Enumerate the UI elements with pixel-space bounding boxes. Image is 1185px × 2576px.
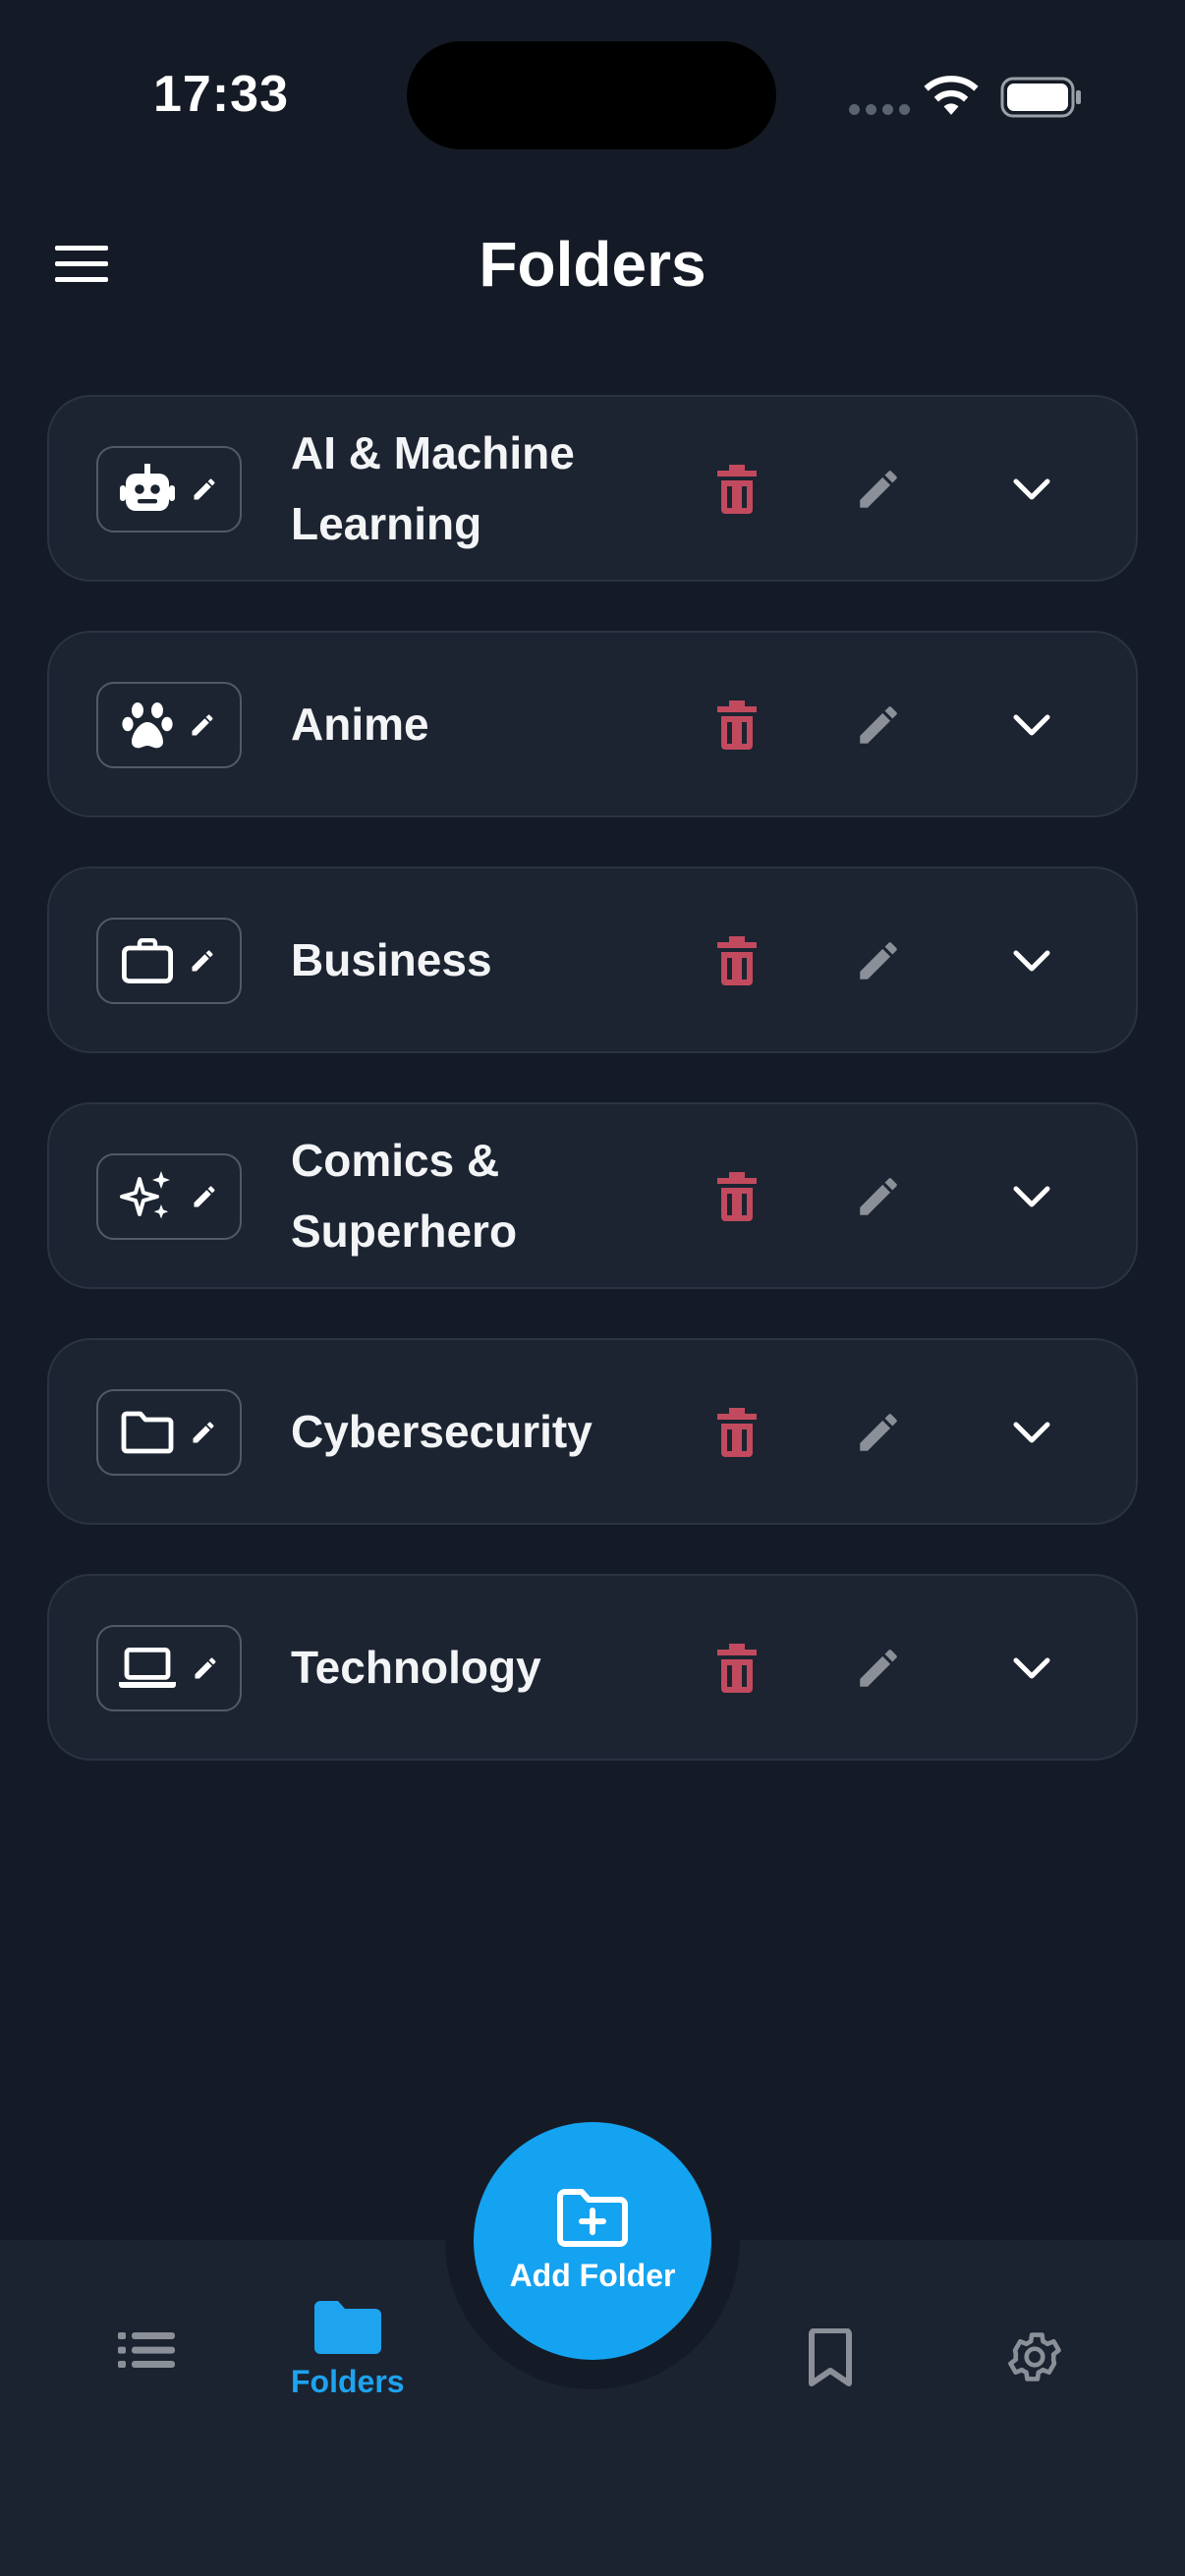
battery-icon [1000,77,1081,118]
pencil-icon [192,950,213,972]
folder-name: Anime [291,699,429,750]
edit-folder-button[interactable] [849,1639,908,1698]
edit-folder-button[interactable] [849,1167,908,1226]
pencil-icon [192,714,213,736]
edit-folder-button[interactable] [849,1403,908,1462]
pencil-icon [860,471,897,508]
folder-row[interactable]: Anime [47,631,1138,817]
pencil-icon [860,1178,897,1215]
folder-row[interactable]: AI & Machine Learning [47,395,1138,582]
delete-folder-button[interactable] [707,1403,766,1462]
pencil-icon [194,478,215,500]
trash-icon [717,1644,757,1693]
pencil-icon [860,1414,897,1451]
expand-folder-button[interactable] [1002,1167,1061,1226]
folder-row[interactable]: Technology [47,1574,1138,1761]
folder-row[interactable]: Comics & Superhero [47,1102,1138,1289]
delete-folder-button[interactable] [707,931,766,990]
expand-folder-button[interactable] [1002,1639,1061,1698]
delete-folder-button[interactable] [707,1639,766,1698]
folder-name: Comics & Superhero [291,1135,518,1257]
trash-icon [717,700,757,750]
folder-icon-picker[interactable] [96,1153,242,1240]
pencil-icon [195,1657,216,1679]
trash-icon [717,1172,757,1221]
pencil-icon [860,942,897,980]
pencil-icon [860,1650,897,1687]
folder-icon-picker[interactable] [96,918,242,1004]
trash-icon [717,1408,757,1457]
folder-name: Technology [291,1642,541,1693]
add-folder-button[interactable]: Add Folder [474,2122,711,2360]
cellular-signal-icon [849,104,910,115]
folder-name: Business [291,934,492,985]
chevron-down-icon [1013,1186,1050,1207]
pencil-icon [860,706,897,744]
folder-icon-picker[interactable] [96,1625,242,1711]
chevron-down-icon [1013,714,1050,736]
edit-folder-button[interactable] [849,460,908,519]
folder-list: AI & Machine Learning Anime Business Com… [47,395,1138,1810]
briefcase-icon [122,938,173,983]
wifi-icon [924,76,979,115]
folder-icon [121,1411,174,1454]
bookmark-icon [809,2328,852,2386]
list-icon [118,2332,175,2368]
folder-icon-picker[interactable] [96,446,242,532]
expand-folder-button[interactable] [1002,460,1061,519]
folder-add-icon [557,2188,628,2247]
add-folder-label: Add Folder [509,2257,676,2293]
expand-folder-button[interactable] [1002,696,1061,755]
laptop-icon [119,1648,176,1688]
pencil-icon [193,1422,214,1443]
paw-icon [122,702,173,749]
chevron-down-icon [1013,950,1050,972]
robot-icon [120,464,175,511]
nav-settings[interactable] [1004,2326,1065,2387]
folder-name: Cybersecurity [291,1406,592,1457]
gear-icon [1008,2332,1061,2381]
folder-icon-picker[interactable] [96,682,242,768]
expand-folder-button[interactable] [1002,1403,1061,1462]
delete-folder-button[interactable] [707,460,766,519]
dynamic-island [407,41,776,149]
trash-icon [717,465,757,514]
chevron-down-icon [1013,1657,1050,1679]
trash-icon [717,936,757,985]
chevron-down-icon [1013,478,1050,500]
sparkles-icon [120,1171,170,1219]
nav-folders-label: Folders [291,2364,405,2399]
folder-row[interactable]: Business [47,867,1138,1053]
folder-name: AI & Machine Learning [291,427,575,549]
delete-folder-button[interactable] [707,696,766,755]
edit-folder-button[interactable] [849,696,908,755]
nav-feed[interactable] [118,2330,175,2370]
page-title: Folders [479,229,706,300]
status-time: 17:33 [153,66,289,123]
nav-folders[interactable]: Folders [291,2301,405,2400]
expand-folder-button[interactable] [1002,931,1061,990]
folder-row[interactable]: Cybersecurity [47,1338,1138,1525]
edit-folder-button[interactable] [849,931,908,990]
nav-bookmarks[interactable] [808,2328,853,2387]
folder-icon [313,2301,381,2354]
folder-icon-picker[interactable] [96,1389,242,1476]
delete-folder-button[interactable] [707,1167,766,1226]
pencil-icon [194,1186,215,1207]
chevron-down-icon [1013,1422,1050,1443]
